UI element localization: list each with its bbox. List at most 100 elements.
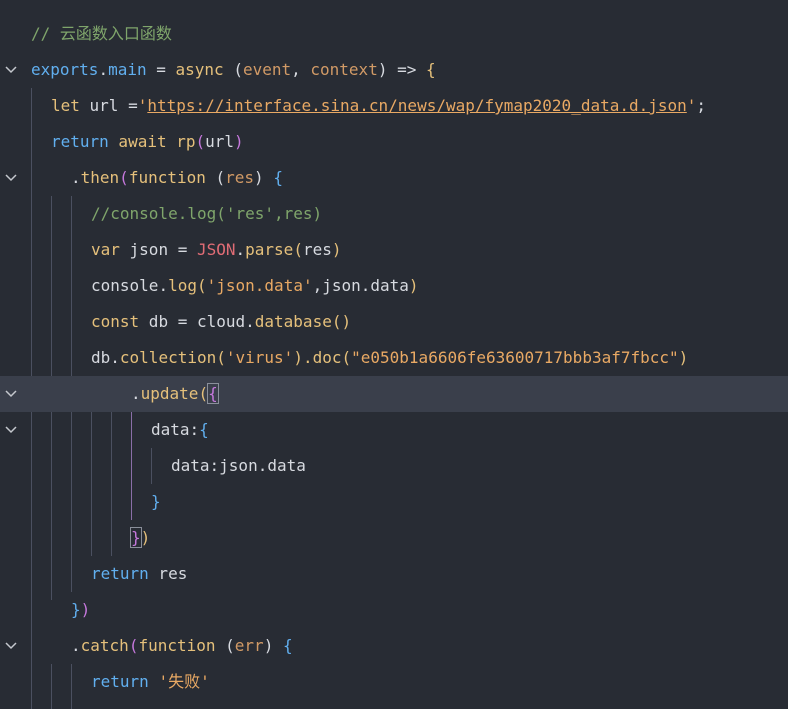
code-token: log	[168, 276, 197, 295]
code-text: .then(function (res) {	[71, 160, 283, 196]
code-token: (	[128, 636, 139, 655]
code-token: ,	[291, 60, 311, 79]
code-token: res	[302, 240, 332, 259]
code-token: .	[235, 240, 246, 259]
code-token: :json.data	[209, 456, 306, 475]
code-line[interactable]: const db = cloud.database()	[0, 304, 788, 340]
code-token: await	[108, 132, 177, 151]
code-token: )	[140, 528, 151, 547]
code-text: }	[151, 484, 161, 520]
code-editor[interactable]: // 云函数入口函数 exports.main = async (event, c…	[0, 0, 788, 709]
code-token: ) =>	[377, 60, 426, 79]
code-token: (	[223, 60, 243, 79]
code-line-current[interactable]: .update({	[0, 376, 788, 412]
code-text: })	[71, 592, 90, 628]
code-text: //console.log('res',res)	[91, 196, 322, 232]
code-text: let url ='https://interface.sina.cn/news…	[51, 88, 706, 124]
code-token: .	[158, 276, 169, 295]
code-line[interactable]: .then(function (res) {	[0, 160, 788, 196]
code-line[interactable]: // 云函数入口函数	[0, 16, 788, 52]
fold-chevron-icon[interactable]	[4, 63, 18, 77]
code-line[interactable]: //console.log('res',res)	[0, 196, 788, 232]
code-token: ()	[331, 312, 352, 331]
code-token: (	[215, 636, 235, 655]
code-line[interactable]: console.log('json.data',json.data)	[0, 268, 788, 304]
code-text: data:{	[151, 412, 209, 448]
code-token: =	[146, 60, 176, 79]
code-token: (	[216, 348, 226, 367]
code-text: return '失败'	[91, 664, 210, 700]
code-token: 'virus'	[225, 348, 294, 367]
code-text: exports.main = async (event, context) =>…	[31, 52, 436, 88]
code-line[interactable]: data:json.data	[0, 448, 788, 484]
code-token: return	[91, 564, 149, 583]
code-token: url	[205, 132, 235, 151]
code-token: (	[341, 348, 352, 367]
code-token: async	[175, 60, 224, 79]
fold-chevron-icon[interactable]	[4, 423, 18, 437]
code-token: JSON	[196, 240, 236, 259]
code-line[interactable]: }	[0, 484, 788, 520]
code-token: rp	[176, 132, 196, 151]
code-text: return await rp(url)	[51, 124, 244, 160]
code-token: "e050b1a6606fe63600717bbb3af7fbcc"	[351, 348, 679, 367]
code-token: then	[80, 168, 120, 187]
code-token: (	[293, 240, 303, 259]
code-token: ;	[696, 96, 707, 115]
code-token: console	[91, 276, 159, 295]
code-token: '	[137, 96, 148, 115]
code-token: )	[263, 636, 283, 655]
code-token: (	[119, 168, 129, 187]
code-token: {	[426, 60, 436, 79]
code-line[interactable]: var json = JSON.parse(res)	[0, 232, 788, 268]
code-token: '失败'	[158, 672, 210, 691]
code-line[interactable]: })	[0, 592, 788, 628]
code-token: {	[282, 636, 293, 655]
code-line[interactable]: })	[0, 520, 788, 556]
code-token: parse	[245, 240, 294, 259]
code-token: https://interface.sina.cn/news/wap/fymap…	[147, 96, 687, 115]
code-token: err	[234, 636, 264, 655]
code-text: return res	[91, 556, 187, 592]
code-token: catch	[80, 636, 129, 655]
code-token: url =	[79, 96, 138, 115]
code-token: event	[242, 60, 292, 79]
code-token: )	[254, 168, 274, 187]
code-token: //console.log('res',res)	[91, 204, 323, 223]
code-token: )	[80, 600, 91, 619]
code-token: let	[51, 96, 80, 115]
code-line[interactable]: exports.main = async (event, context) =>…	[0, 52, 788, 88]
code-token: const	[91, 312, 140, 331]
code-token: )	[408, 276, 419, 295]
code-line[interactable]: return await rp(url)	[0, 124, 788, 160]
code-line[interactable]: let url ='https://interface.sina.cn/news…	[0, 88, 788, 124]
code-text: var json = JSON.parse(res)	[91, 232, 342, 268]
code-token: {	[199, 420, 209, 439]
code-token: )	[678, 348, 689, 367]
fold-chevron-icon[interactable]	[4, 387, 18, 401]
code-token: .	[131, 384, 141, 403]
code-token: {	[273, 168, 283, 187]
code-token: doc	[312, 348, 342, 367]
code-line[interactable]: return res	[0, 556, 788, 592]
code-token: db	[91, 348, 111, 367]
code-token: var	[91, 240, 120, 259]
code-token: )	[234, 132, 244, 151]
fold-chevron-icon[interactable]	[4, 171, 18, 185]
code-text: console.log('json.data',json.data)	[91, 268, 419, 304]
code-text: })	[130, 520, 151, 556]
code-token: json =	[119, 240, 197, 259]
code-line[interactable]: db.collection('virus').doc("e050b1a6606f…	[0, 340, 788, 376]
code-token: return	[91, 672, 149, 691]
code-line[interactable]: .catch(function (err) {	[0, 628, 788, 664]
code-token: }	[71, 600, 81, 619]
code-line[interactable]: data:{	[0, 412, 788, 448]
code-token: .	[110, 348, 120, 367]
code-token: function	[128, 168, 206, 187]
code-text: data:json.data	[171, 448, 306, 484]
code-text: .catch(function (err) {	[71, 628, 293, 664]
code-text: // 云函数入口函数	[31, 16, 172, 52]
code-text: const db = cloud.database()	[91, 304, 351, 340]
code-line[interactable]: return '失败'	[0, 664, 788, 700]
fold-chevron-icon[interactable]	[4, 639, 18, 653]
